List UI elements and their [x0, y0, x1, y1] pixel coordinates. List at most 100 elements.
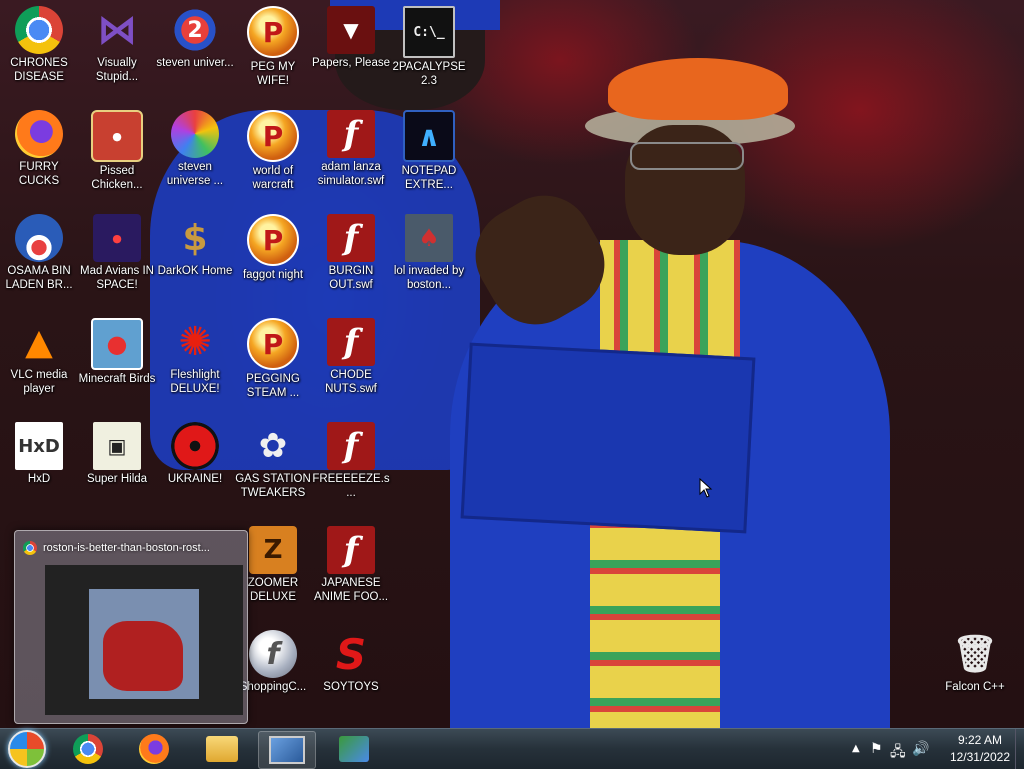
icon-label: GAS STATION TWEAKERS: [235, 473, 311, 499]
taskbar-file-explorer[interactable]: [194, 731, 250, 767]
icon-label: DarkOK Home: [157, 265, 233, 277]
p-game-icon: P: [247, 318, 299, 370]
icon-label: faggot night: [242, 269, 304, 281]
firefox-icon: [139, 734, 169, 764]
windows-logo-icon: [8, 730, 46, 768]
icon-label: Mad Avians IN SPACE!: [80, 265, 154, 291]
icon-label: 2PACALYPSE 2.3: [392, 61, 466, 87]
desktop-icon-hxd[interactable]: HxD HxD: [0, 416, 78, 516]
clock-date: 12/31/2022: [949, 750, 1010, 764]
taskbar-photo-viewer[interactable]: [258, 731, 316, 769]
wallpaper-plaid-shirt: [600, 240, 740, 360]
icon-label: Papers, Please: [312, 57, 390, 69]
desktop-icon-papers-please[interactable]: ▼ Papers, Please: [312, 0, 390, 100]
desktop-icon-2pacalypse[interactable]: C:\_ 2PACALYPSE 2.3: [390, 0, 468, 100]
soytoys-icon: S: [335, 629, 367, 679]
taskbar-firefox[interactable]: [126, 731, 182, 767]
icon-label: Visually Stupid...: [95, 57, 139, 83]
p-game-icon: P: [247, 6, 299, 58]
thumbnail-title-bar: roston-is-better-than-boston-rost...: [23, 539, 239, 557]
red-fuzzy-icon: ✺: [178, 319, 212, 365]
desktop-icon-burgin-out[interactable]: f BURGIN OUT.swf: [312, 208, 390, 308]
cmd-icon: C:\_: [403, 6, 455, 58]
thumbnail-image: [103, 621, 183, 691]
angry-birds-icon: ●: [91, 318, 143, 370]
desktop-icon-minecraft-birds[interactable]: ● Minecraft Birds: [78, 312, 156, 412]
network-icon[interactable]: 🖧: [890, 741, 906, 765]
desktop-icon-mad-avians[interactable]: ● Mad Avians IN SPACE!: [78, 208, 156, 308]
network-app-icon: [339, 736, 369, 762]
icon-label: PEGGING STEAM ...: [246, 373, 300, 399]
desktop-icon-steven-universe[interactable]: 2 steven univer...: [156, 0, 234, 100]
desktop-icon-darkok-home[interactable]: $ DarkOK Home: [156, 208, 234, 308]
desktop-icon-notepad-extreme[interactable]: ∧ NOTEPAD EXTRE...: [390, 104, 468, 204]
volume-icon[interactable]: 🔊: [912, 741, 929, 757]
icon-label: world of warcraft: [252, 165, 294, 191]
thumbnail-title: roston-is-better-than-boston-rost...: [43, 542, 210, 554]
desktop-icon-night[interactable]: P faggot night: [234, 208, 312, 308]
desktop-icon-gas-station[interactable]: ✿ GAS STATION TWEAKERS: [234, 416, 312, 516]
desktop-icon-furry-cucks[interactable]: FURRY CUCKS: [0, 104, 78, 204]
visual-studio-icon: ⋈: [97, 7, 137, 53]
p-game-icon: P: [247, 110, 299, 162]
taskbar-thumbnail-preview[interactable]: roston-is-better-than-boston-rost...: [14, 530, 248, 724]
clock[interactable]: 9:22 AM 12/31/2022: [950, 732, 1010, 766]
taskbar-chrome[interactable]: [60, 731, 116, 767]
flash-icon: f: [327, 214, 375, 262]
recycle-bin-icon: 🗑: [952, 634, 998, 675]
desktop-icon-vlc[interactable]: ▲ VLC media player: [0, 312, 78, 412]
desktop-icon-soytoys[interactable]: S SOYTOYS: [312, 624, 390, 724]
desktop-icon-steven-universe-2[interactable]: steven universe ...: [156, 104, 234, 204]
pixel-character-icon: ▣: [93, 422, 141, 470]
desktop-icon-ukraine[interactable]: UKRAINE!: [156, 416, 234, 516]
chrome-icon: [73, 734, 103, 764]
desktop-icon-peg-my-wife[interactable]: P PEG MY WIFE!: [234, 0, 312, 100]
taskbar-network-app[interactable]: [326, 731, 382, 767]
notepad-icon: ∧: [403, 110, 455, 162]
flash-player-icon: f: [249, 630, 297, 678]
start-button[interactable]: [2, 730, 52, 768]
clock-time: 9:22 AM: [957, 733, 1002, 747]
desktop-icon-pegging-steam[interactable]: P PEGGING STEAM ...: [234, 312, 312, 412]
icon-label: Minecraft Birds: [78, 373, 156, 385]
icon-label: Super Hilda: [86, 473, 148, 485]
show-hidden-icons-icon[interactable]: ▲: [852, 743, 860, 754]
desktop-icon-super-hilda[interactable]: ▣ Super Hilda: [78, 416, 156, 516]
show-desktop-button[interactable]: [1015, 729, 1024, 769]
steven-universe-icon: 2: [171, 6, 219, 54]
icon-label: steven univer...: [156, 57, 234, 69]
obama-logo-icon: [15, 214, 63, 262]
icon-label: steven universe ...: [166, 161, 224, 187]
desktop-icon-pissed-chicken[interactable]: ● Pissed Chicken...: [78, 104, 156, 204]
icon-label: NOTEPAD EXTRE...: [401, 165, 457, 191]
icon-label: SOYTOYS: [323, 681, 379, 693]
flash-icon: f: [327, 318, 375, 366]
angry-birds-seasons-icon: ●: [91, 110, 143, 162]
icon-label: FURRY CUCKS: [18, 161, 60, 187]
desktop-icon-chode-nuts[interactable]: f CHODE NUTS.swf: [312, 312, 390, 412]
desktop: CHRONES DISEASE FURRY CUCKS OSAMA BIN LA…: [0, 0, 1024, 728]
desktop-icon-world-of-warcraft[interactable]: P world of warcraft: [234, 104, 312, 204]
icon-label: VLC media player: [10, 369, 68, 395]
firefox-icon: [15, 110, 63, 158]
desktop-icon-japanese-anime[interactable]: f JAPANESE ANIME FOO...: [312, 520, 390, 620]
desktop-icon-adam-lanza[interactable]: f adam lanza simulator.swf: [312, 104, 390, 204]
desktop-icon-visually-stupid[interactable]: ⋈ Visually Stupid...: [78, 0, 156, 100]
angry-birds-space-icon: ●: [93, 214, 141, 262]
desktop-icon-chrones-disease[interactable]: CHRONES DISEASE: [0, 0, 78, 100]
desktop-icon-freeeeeze[interactable]: f FREEEEEZE.s...: [312, 416, 390, 516]
flash-icon: f: [327, 422, 375, 470]
flower-icon: ✿: [258, 426, 288, 466]
desktop-icon-lol-invaded[interactable]: ♠ lol invaded by boston...: [390, 208, 468, 308]
desktop-icon-fleshlight[interactable]: ✺ Fleshlight DELUXE!: [156, 312, 234, 412]
chrome-icon: [23, 541, 37, 555]
radiation-icon: [171, 422, 219, 470]
flash-icon: f: [327, 526, 375, 574]
hxd-icon: HxD: [15, 422, 63, 470]
papers-please-icon: ▼: [327, 6, 375, 54]
desktop-icon-osama[interactable]: OSAMA BIN LADEN BR...: [0, 208, 78, 308]
image-file-icon: ♠: [405, 214, 453, 262]
vlc-icon: ▲: [25, 321, 53, 363]
action-center-flag-icon[interactable]: ⚑: [870, 741, 883, 757]
desktop-icon-falcon-cpp[interactable]: 🗑 Falcon C++: [936, 624, 1014, 724]
